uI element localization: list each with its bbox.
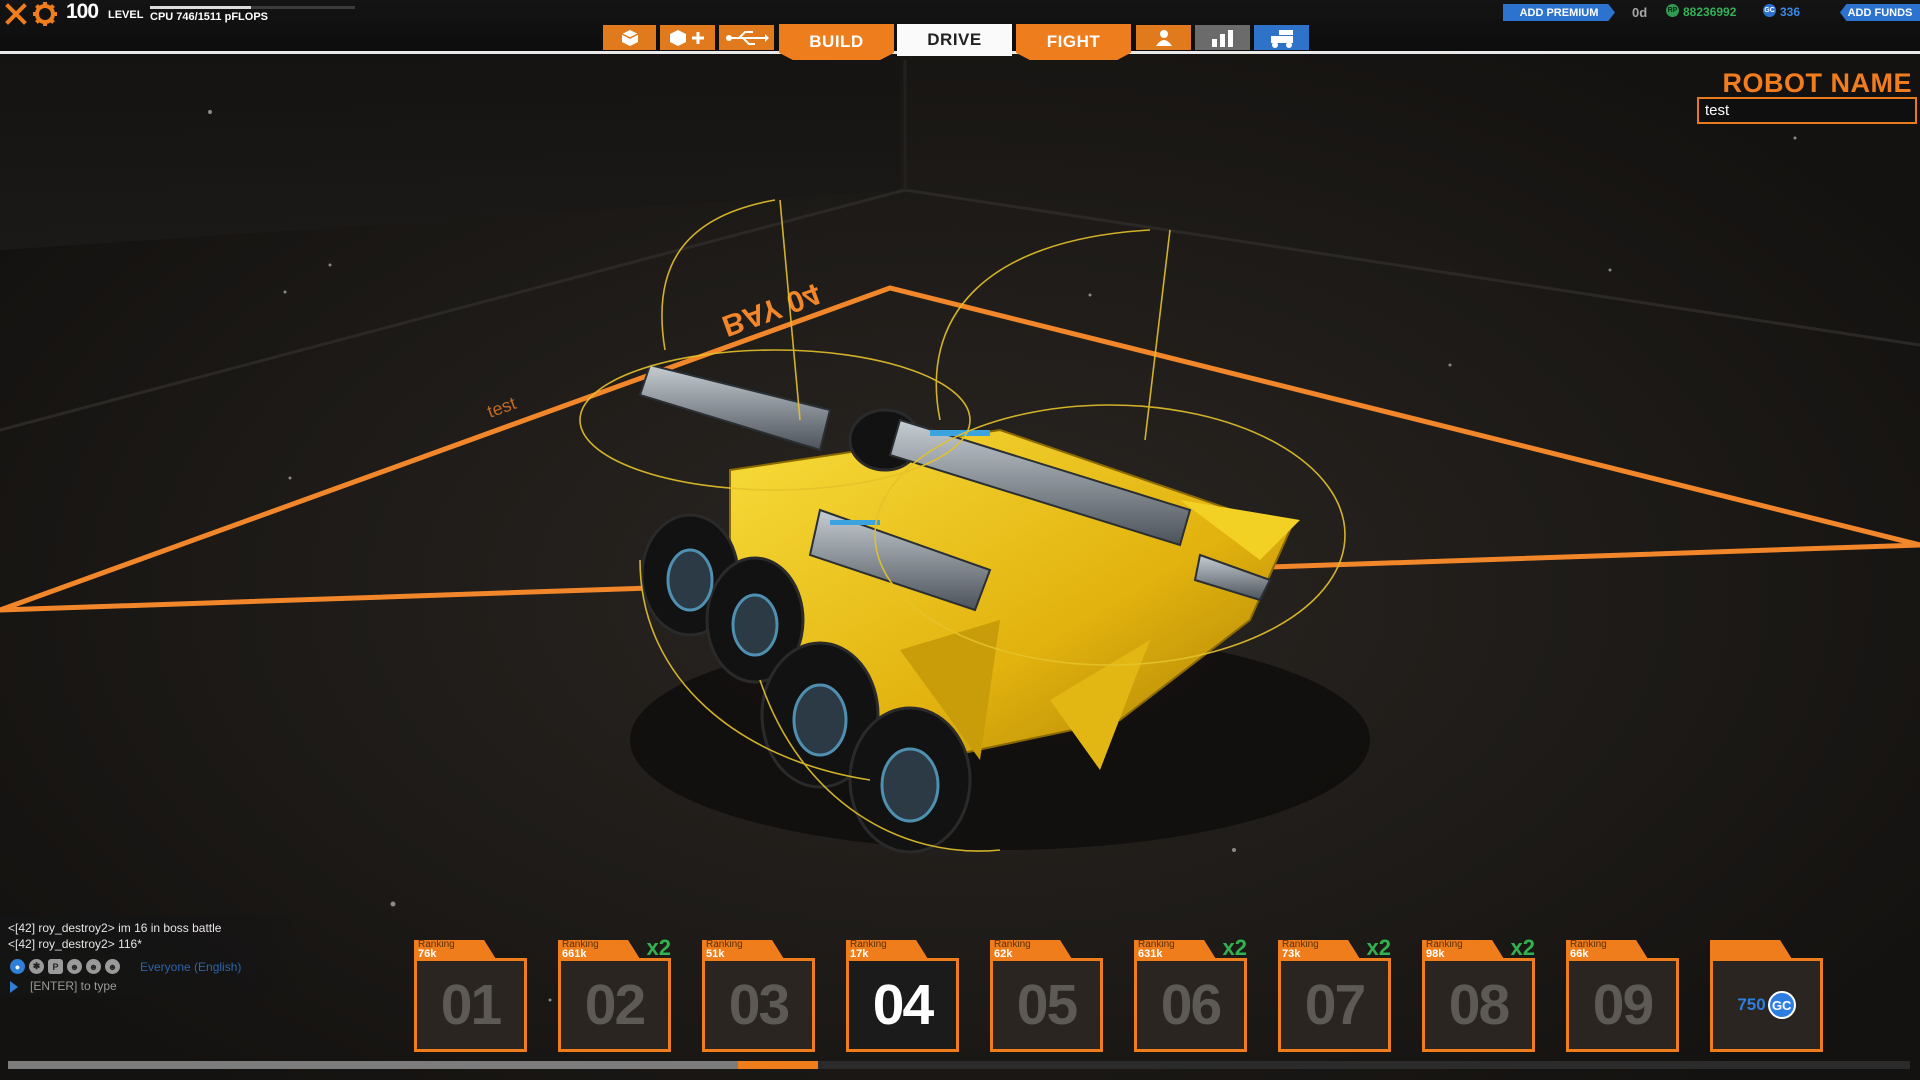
usb-icon <box>725 30 769 45</box>
garage-bay-01[interactable]: Ranking 76k 01 <box>414 939 527 1052</box>
garage-icon <box>1270 29 1293 48</box>
bay-number: 03 <box>728 973 790 1037</box>
party-icon[interactable]: P <box>48 959 63 974</box>
bay-number: 01 <box>440 973 502 1037</box>
robot-points-icon: RP <box>1666 4 1679 17</box>
gc-coin-icon: GC <box>1767 991 1796 1019</box>
garage-bay-04[interactable]: Ranking 17k 04 <box>846 939 959 1052</box>
buy-bay-price-value: 750 <box>1737 995 1766 1014</box>
bay-number: 02 <box>584 973 646 1037</box>
friends-icon[interactable]: ☻ <box>86 959 101 974</box>
garage-bay-08[interactable]: Ranking 98k x2 08 <box>1422 935 1535 1052</box>
clan-icon[interactable]: ✱ <box>29 959 44 974</box>
social-button[interactable] <box>1136 25 1191 50</box>
add-premium-button[interactable]: ADD PREMIUM <box>1503 4 1615 21</box>
robot-points-value: 88236992 <box>1683 5 1737 19</box>
garage-bay-07[interactable]: Ranking 73k x2 07 <box>1278 935 1391 1052</box>
chat-message: <[42] roy_destroy2> 116* <box>8 937 142 951</box>
chat-panel: <[42] roy_destroy2> im 16 in boss battle… <box>0 915 300 997</box>
bay-number: 09 <box>1592 973 1654 1037</box>
buy-bay-button[interactable]: 750 GC <box>1710 940 1823 1052</box>
bay-body: 06 <box>1134 958 1247 1052</box>
chat-arrow-icon <box>10 981 18 993</box>
robot-name-input[interactable] <box>1697 97 1917 124</box>
tab-build[interactable]: BUILD <box>779 24 894 60</box>
whisper-icon[interactable]: ☻ <box>105 959 120 974</box>
bay-number: 05 <box>1016 973 1078 1037</box>
garage-bay-05[interactable]: Ranking 62k 05 <box>990 939 1103 1052</box>
garage-bay-02[interactable]: Ranking 661k x2 02 <box>558 935 671 1052</box>
cpu-text: CPU 746/1511 pFLOPS <box>150 11 268 23</box>
bay-scrollbar[interactable] <box>8 1061 1910 1069</box>
scrollbar-highlight <box>738 1061 818 1069</box>
bay-body: 03 <box>702 958 815 1052</box>
cube-button[interactable] <box>603 25 656 50</box>
garage-button[interactable] <box>1254 25 1309 50</box>
top-bar: 100 LEVEL CPU 746/1511 pFLOPS BUILD DRIV… <box>0 0 1920 60</box>
chat-message: <[42] roy_destroy2> im 16 in boss battle <box>8 921 222 935</box>
close-icon[interactable] <box>4 2 28 26</box>
bay-number: 08 <box>1448 973 1510 1037</box>
scrollbar-thumb[interactable] <box>8 1061 738 1069</box>
chat-channel-icons: ● ✱ P ☻ ☻ ☻ <box>10 959 120 974</box>
bay-number: 06 <box>1160 973 1222 1037</box>
usb-button[interactable] <box>719 25 774 50</box>
people-icon <box>1155 29 1172 46</box>
add-funds-button[interactable]: ADD FUNDS <box>1840 4 1920 21</box>
friend-icon[interactable]: ☻ <box>67 959 82 974</box>
buy-bay-price: 750 GC <box>1737 991 1796 1019</box>
bay-body: 09 <box>1566 958 1679 1052</box>
bay-body: 07 <box>1278 958 1391 1052</box>
gear-icon[interactable] <box>32 1 58 27</box>
player-level: 100 <box>66 0 99 23</box>
level-label: LEVEL <box>108 9 144 21</box>
garage-bay-03[interactable]: Ranking 51k 03 <box>702 939 815 1052</box>
premium-days: 0d <box>1632 5 1648 20</box>
cube-add-button[interactable] <box>660 25 715 50</box>
chat-channel-label[interactable]: Everyone (English) <box>140 960 241 974</box>
robot-name-label: ROBOT NAME <box>1722 68 1912 98</box>
bay-number: 04 <box>872 973 934 1037</box>
cpu-bar-fill <box>150 6 252 9</box>
cube-icon <box>621 29 638 46</box>
galaxy-coins-value: 336 <box>1780 5 1801 19</box>
bay-body: 04 <box>846 958 959 1052</box>
bay-body: 01 <box>414 958 527 1052</box>
galaxy-coin-icon: GC <box>1763 4 1776 17</box>
leaderboard-button[interactable] <box>1195 25 1250 50</box>
bay-tab <box>1710 940 1792 958</box>
buy-bay-body: 750 GC <box>1710 958 1823 1052</box>
bay-body: 02 <box>558 958 671 1052</box>
leaderboard-icon <box>1211 29 1233 47</box>
garage-bay-06[interactable]: Ranking 631k x2 06 <box>1134 935 1247 1052</box>
chat-input-prompt[interactable]: [ENTER] to type <box>30 979 117 993</box>
cpu-bar <box>150 6 355 9</box>
tab-fight[interactable]: FIGHT <box>1016 24 1131 60</box>
bay-number: 07 <box>1304 973 1366 1037</box>
bay-body: 08 <box>1422 958 1535 1052</box>
garage-bay-09[interactable]: Ranking 66k 09 <box>1566 939 1679 1052</box>
bay-body: 05 <box>990 958 1103 1052</box>
cube-add-icon <box>669 29 704 46</box>
globe-icon[interactable]: ● <box>10 959 25 974</box>
tab-drive[interactable]: DRIVE <box>897 24 1012 56</box>
